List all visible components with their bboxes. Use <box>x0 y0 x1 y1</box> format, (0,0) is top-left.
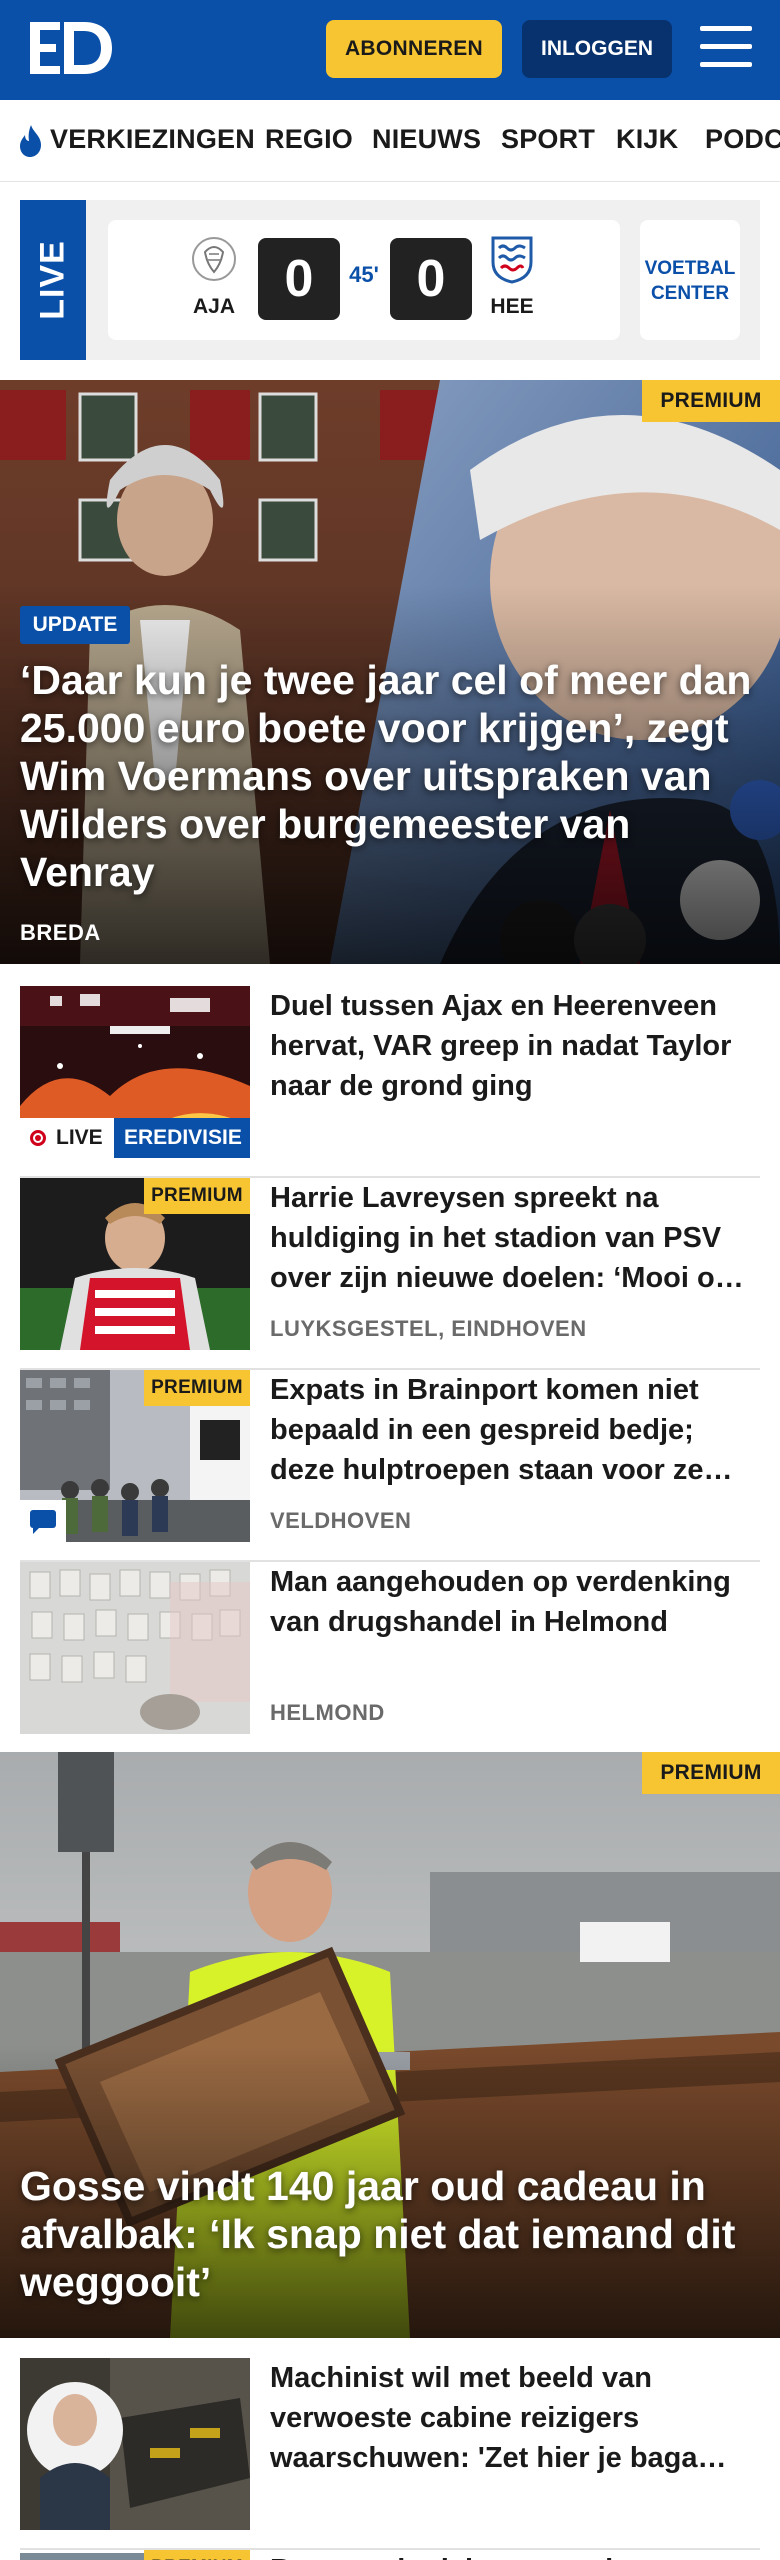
subscribe-button[interactable]: ABONNEREN <box>326 20 502 78</box>
article-headline[interactable]: Machinist wil met beeld van verwoeste ca… <box>270 2358 760 2478</box>
nav-item-regio[interactable]: REGIO <box>265 124 353 155</box>
hero-headline[interactable]: ‘Daar kun je twee jaar cel of meer dan 2… <box>20 656 760 896</box>
article-location: HELMOND <box>270 1700 385 1725</box>
article-thumbnail: LIVE EREDIVISIE <box>20 986 250 1158</box>
article-headline[interactable]: Boom trekt dak van woning <box>270 2550 760 2560</box>
live-dot-icon <box>30 1130 46 1146</box>
premium-badge: PREMIUM <box>642 1752 780 1794</box>
article-headline[interactable]: Expats in Brainport komen niet bepaald i… <box>270 1370 760 1490</box>
ed-logo[interactable] <box>26 18 116 78</box>
flame-icon <box>20 125 41 157</box>
list-item[interactable]: PREMIUM Expats in Brainport komen niet b… <box>20 1370 760 1562</box>
list-item[interactable]: PREMIUM Boom trekt dak van woning <box>20 2550 760 2560</box>
login-button[interactable]: INLOGGEN <box>522 20 672 78</box>
update-badge: UPDATE <box>20 606 130 644</box>
top-bar: ABONNEREN INLOGGEN <box>0 0 780 100</box>
hero-location: BREDA <box>20 920 101 945</box>
away-team-abbr: HEE <box>490 295 534 318</box>
premium-badge: PREMIUM <box>144 1370 250 1406</box>
article-thumbnail: PREMIUM <box>20 1370 250 1542</box>
voetbal-center-link[interactable]: VOETBAL CENTER <box>640 220 740 340</box>
home-team-abbr: AJA <box>192 295 235 318</box>
comment-icon <box>20 1500 66 1542</box>
article-thumbnail: PREMIUM <box>20 1178 250 1350</box>
nav-item-verkiezingen[interactable]: VERKIEZINGEN <box>50 124 255 155</box>
premium-badge: PREMIUM <box>144 2550 250 2560</box>
ajax-crest-icon <box>192 237 236 281</box>
match-card[interactable]: AJA 0 45' 0 HEE <box>108 220 620 340</box>
section-nav: VERKIEZINGEN REGIO NIEUWS SPORT KIJK POD… <box>0 100 780 182</box>
home-team: AJA <box>184 234 244 319</box>
article-headline[interactable]: Duel tussen Ajax en Heerenveen hervat, V… <box>270 986 760 1106</box>
live-scoreboard: LIVE AJA 0 45' 0 HEE VOETBAL CENTER <box>20 200 760 360</box>
article-headline[interactable]: Harrie Lavreysen spreekt na huldiging in… <box>270 1178 760 1298</box>
heerenveen-crest-icon <box>491 236 533 284</box>
list-item[interactable]: Machinist wil met beeld van verwoeste ca… <box>20 2358 760 2550</box>
nav-item-kijk[interactable]: KIJK <box>616 124 678 155</box>
live-indicator: LIVE <box>20 1118 114 1158</box>
article-thumbnail <box>20 2358 250 2530</box>
match-minute: 45' <box>349 262 379 287</box>
article-location: LUYKSGESTEL, EINDHOVEN <box>270 1316 587 1341</box>
hero-article-2[interactable]: PREMIUM Gosse vindt 140 jaar oud cadeau … <box>0 1752 780 2338</box>
nav-item-sport[interactable]: SPORT <box>501 124 595 155</box>
premium-badge: PREMIUM <box>642 380 780 422</box>
list-item[interactable]: LIVE EREDIVISIE Duel tussen Ajax en Heer… <box>20 986 760 1178</box>
nav-item-podcasts[interactable]: PODC <box>705 124 780 155</box>
article-thumbnail <box>20 1562 250 1734</box>
home-score: 0 <box>258 238 340 320</box>
hero2-headline[interactable]: Gosse vindt 140 jaar oud cadeau in afval… <box>20 2162 760 2306</box>
premium-badge: PREMIUM <box>144 1178 250 1214</box>
ed-logo-mark <box>30 22 112 74</box>
live-label: LIVE <box>20 200 86 360</box>
hamburger-icon[interactable] <box>700 26 752 70</box>
nav-item-nieuws[interactable]: NIEUWS <box>372 124 481 155</box>
article-headline[interactable]: Man aangehouden op verdenking van drugsh… <box>270 1562 760 1642</box>
category-label: EREDIVISIE <box>114 1118 250 1158</box>
article-thumbnail: PREMIUM <box>20 2550 250 2560</box>
away-score: 0 <box>390 238 472 320</box>
away-team: HEE <box>482 234 542 319</box>
list-item[interactable]: Man aangehouden op verdenking van drugsh… <box>20 1562 760 1754</box>
article-location: VELDHOVEN <box>270 1508 412 1533</box>
hero-article[interactable]: PREMIUM UPDATE ‘Daar kun je twee jaar ce… <box>0 380 780 964</box>
list-item[interactable]: PREMIUM Harrie Lavreysen spreekt na huld… <box>20 1178 760 1370</box>
